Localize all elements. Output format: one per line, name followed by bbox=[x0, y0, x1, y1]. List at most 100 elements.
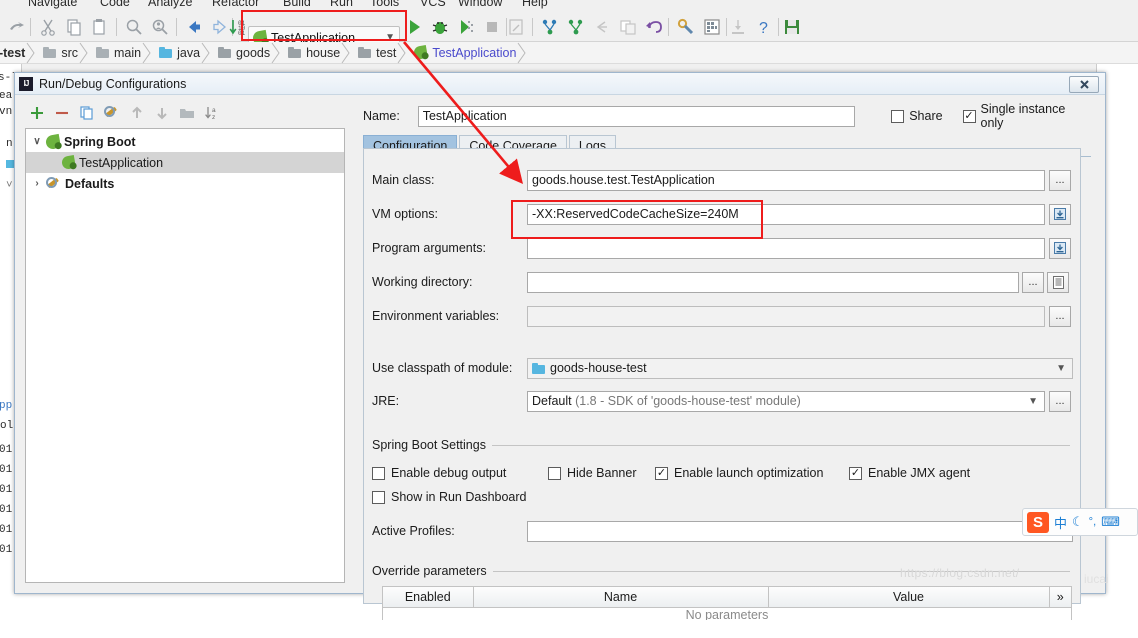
menu-item-window[interactable]: Window bbox=[458, 0, 502, 9]
menu-item-tools[interactable]: Tools bbox=[370, 0, 399, 9]
single-instance-checkbox[interactable]: ✓ bbox=[962, 109, 976, 123]
menu-item-refactor[interactable]: Refactor bbox=[212, 0, 259, 9]
enable-debug-output-row[interactable]: Enable debug output bbox=[372, 466, 548, 480]
enable-jmx-agent-label: Enable JMX agent bbox=[868, 466, 971, 480]
working-directory-browse-button[interactable]: ... bbox=[1022, 271, 1044, 293]
breadcrumb-item-house[interactable]: house bbox=[282, 42, 352, 64]
cut-icon[interactable] bbox=[38, 17, 58, 37]
forward-icon[interactable] bbox=[210, 17, 230, 37]
main-class-input[interactable]: goods.house.test.TestApplication bbox=[527, 169, 1045, 191]
menu-item-run[interactable]: Run bbox=[330, 0, 353, 9]
main-class-browse-button[interactable]: ... bbox=[1049, 169, 1071, 191]
active-profiles-input[interactable] bbox=[527, 520, 1073, 542]
chevron-down-icon[interactable]: ▼ bbox=[1056, 363, 1070, 374]
jre-browse-button[interactable]: ... bbox=[1049, 390, 1071, 412]
menu-item-build[interactable]: Build bbox=[283, 0, 311, 9]
vm-options-expand-button[interactable] bbox=[1049, 203, 1071, 225]
breadcrumb-item-src[interactable]: src bbox=[37, 42, 90, 64]
column-header-name[interactable]: Name bbox=[473, 587, 769, 608]
override-parameters-table[interactable]: Enabled Name Value » bbox=[383, 587, 1071, 608]
ime-punctuation-icon[interactable]: °, bbox=[1089, 516, 1096, 528]
tree-item-testapplication[interactable]: TestApplication bbox=[26, 152, 344, 173]
jre-label: JRE: bbox=[372, 394, 400, 408]
chevron-right-icon[interactable]: › bbox=[32, 178, 42, 189]
enable-jmx-agent-checkbox[interactable]: ✓ bbox=[849, 466, 862, 480]
copy-configuration-icon[interactable] bbox=[79, 105, 95, 121]
enable-launch-optimization-row[interactable]: ✓ Enable launch optimization bbox=[655, 466, 849, 480]
enable-debug-output-checkbox[interactable] bbox=[372, 466, 385, 480]
expand-columns-button[interactable]: » bbox=[1049, 587, 1071, 608]
debug-icon[interactable] bbox=[430, 17, 450, 37]
hide-banner-row[interactable]: Hide Banner bbox=[548, 466, 655, 480]
settings-icon[interactable] bbox=[676, 17, 696, 37]
working-directory-input[interactable] bbox=[527, 271, 1019, 293]
environment-variables-browse-button[interactable]: ... bbox=[1049, 305, 1071, 327]
working-directory-macros-button[interactable] bbox=[1047, 271, 1069, 293]
redo-icon[interactable] bbox=[6, 17, 26, 37]
jre-combobox[interactable]: Default (1.8 - SDK of 'goods-house-test'… bbox=[527, 390, 1045, 412]
enable-jmx-agent-row[interactable]: ✓ Enable JMX agent bbox=[849, 466, 970, 480]
program-arguments-input[interactable] bbox=[527, 237, 1045, 259]
ime-language-mode[interactable]: 中 bbox=[1054, 513, 1067, 532]
remove-icon[interactable] bbox=[54, 105, 70, 121]
program-arguments-expand-button[interactable] bbox=[1049, 237, 1071, 259]
column-header-enabled[interactable]: Enabled bbox=[383, 587, 474, 608]
commit-icon[interactable] bbox=[566, 17, 586, 37]
share-checkbox[interactable] bbox=[891, 109, 905, 123]
working-directory-label: Working directory: bbox=[372, 275, 473, 289]
sort-alphabetically-icon[interactable]: az bbox=[204, 105, 220, 121]
breadcrumb-item-goods[interactable]: goods bbox=[212, 42, 282, 64]
help-icon[interactable]: ? bbox=[754, 17, 774, 37]
name-input[interactable] bbox=[417, 105, 856, 127]
chevron-down-icon[interactable]: ∨ bbox=[32, 136, 42, 147]
show-in-run-dashboard-checkbox[interactable] bbox=[372, 490, 385, 504]
menu-item-code[interactable]: Code bbox=[100, 0, 130, 9]
add-icon[interactable] bbox=[29, 105, 45, 121]
toolbar-separator bbox=[116, 18, 117, 36]
sort-icon[interactable]: 01 10 01 bbox=[228, 17, 248, 37]
breadcrumb-item-project[interactable]: e-test bbox=[0, 42, 37, 64]
environment-variables-input[interactable] bbox=[527, 305, 1045, 327]
vm-options-input[interactable]: -XX:ReservedCodeCacheSize=240M bbox=[527, 203, 1045, 225]
svg-text:a: a bbox=[212, 107, 216, 114]
show-in-run-dashboard-row[interactable]: Show in Run Dashboard bbox=[372, 490, 527, 504]
configurations-tree[interactable]: ∨ Spring Boot TestApplication › Defaults bbox=[25, 128, 345, 583]
find-usages-icon[interactable] bbox=[150, 17, 170, 37]
back-icon[interactable] bbox=[184, 17, 204, 37]
enable-launch-optimization-checkbox[interactable]: ✓ bbox=[655, 466, 668, 480]
menu-item-analyze[interactable]: Analyze bbox=[148, 0, 192, 9]
revert-icon[interactable] bbox=[644, 17, 664, 37]
copy-icon[interactable] bbox=[64, 17, 84, 37]
menu-item-navigate[interactable]: Navigate bbox=[28, 0, 77, 9]
find-icon[interactable] bbox=[124, 17, 144, 37]
breadcrumb-item-main[interactable]: main bbox=[90, 42, 153, 64]
close-icon bbox=[1079, 80, 1089, 89]
menu-item-help[interactable]: Help bbox=[522, 0, 548, 9]
paste-icon[interactable] bbox=[90, 17, 110, 37]
tree-item-defaults[interactable]: › Defaults bbox=[26, 173, 344, 194]
ime-moon-icon[interactable]: ☾ bbox=[1072, 514, 1084, 530]
run-coverage-icon[interactable] bbox=[456, 17, 476, 37]
update-project-icon[interactable] bbox=[540, 17, 560, 37]
close-button[interactable] bbox=[1069, 76, 1099, 93]
sogou-logo-icon[interactable]: S bbox=[1027, 511, 1049, 533]
breadcrumb-item-java[interactable]: java bbox=[153, 42, 212, 64]
spring-boot-icon bbox=[44, 133, 62, 150]
project-structure-icon[interactable] bbox=[702, 17, 722, 37]
column-header-value[interactable]: Value bbox=[768, 587, 1050, 608]
expand-editor-icon bbox=[1054, 208, 1066, 220]
edit-defaults-icon[interactable] bbox=[104, 105, 120, 121]
watermark: https://blog.csdn.net/ bbox=[900, 566, 1020, 580]
menu-item-vcs[interactable]: VCS bbox=[420, 0, 446, 9]
tree-item-spring-boot[interactable]: ∨ Spring Boot bbox=[26, 131, 344, 152]
breadcrumb-item-test[interactable]: test bbox=[352, 42, 408, 64]
breadcrumb-item-testapplication[interactable]: TestApplication bbox=[408, 42, 528, 64]
save-all-icon[interactable] bbox=[782, 17, 802, 37]
run-icon[interactable] bbox=[404, 17, 424, 37]
toolbar-separator bbox=[778, 18, 779, 36]
ime-toolbar[interactable]: S 中 ☾ °, ⌨ bbox=[1022, 508, 1138, 536]
ime-keyboard-icon[interactable]: ⌨ bbox=[1101, 514, 1120, 530]
chevron-down-icon[interactable]: ▼ bbox=[1028, 396, 1042, 407]
hide-banner-checkbox[interactable] bbox=[548, 466, 561, 480]
use-classpath-combobox[interactable]: goods-house-test ▼ bbox=[527, 357, 1073, 379]
